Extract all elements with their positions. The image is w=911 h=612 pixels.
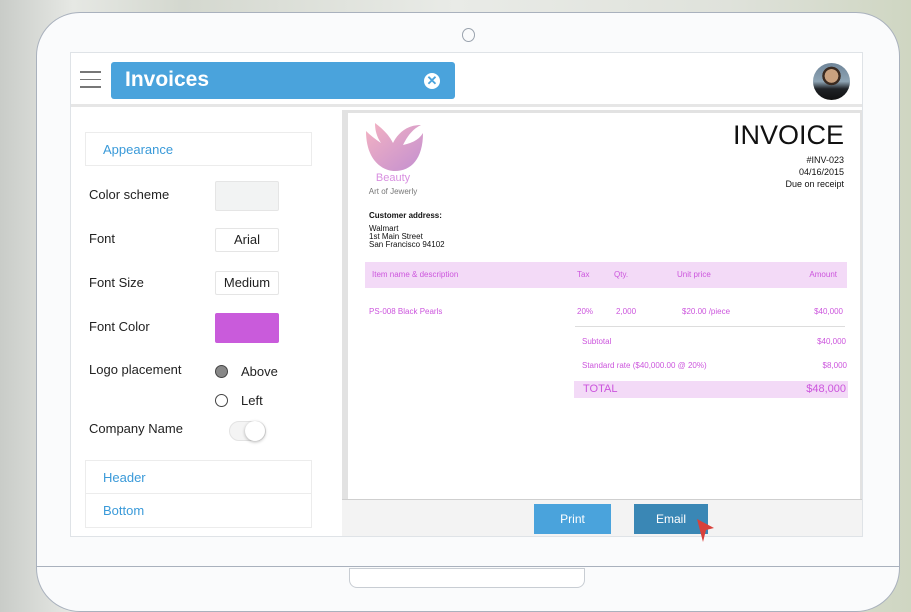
radio-left[interactable]	[215, 394, 228, 407]
font-select[interactable]: Arial	[215, 228, 279, 252]
company-name: Beauty	[375, 172, 411, 184]
lotus-logo-icon	[366, 123, 423, 171]
invoice-title: INVOICE	[732, 120, 844, 150]
font-color-swatch[interactable]	[215, 313, 279, 343]
tax-label: Standard rate ($40,000.00 @ 20%)	[582, 361, 707, 370]
col-item: Item name & description	[372, 270, 459, 279]
invoice-meta: #INV-023 04/16/2015 Due on receipt	[785, 154, 844, 190]
radio-left-label: Left	[241, 393, 263, 408]
avatar[interactable]	[813, 63, 850, 100]
invoice-paper: Beauty Art of Jewerly INVOICE #INV-023 0…	[348, 113, 860, 499]
divider	[575, 326, 845, 327]
customer-address: Walmart 1st Main Street San Francisco 94…	[369, 225, 445, 249]
home-button	[349, 568, 585, 588]
section-appearance[interactable]: Appearance	[85, 132, 312, 166]
invoice-date: 04/16/2015	[798, 167, 844, 177]
col-unit-price: Unit price	[677, 270, 711, 279]
title-search-bar[interactable]: Invoices ✕	[111, 62, 455, 99]
total-value: $48,000	[806, 383, 846, 395]
font-size-label: Font Size	[89, 275, 144, 290]
radio-above[interactable]	[215, 365, 228, 378]
font-size-select[interactable]: Medium	[215, 271, 279, 295]
subtotal-label: Subtotal	[582, 337, 612, 346]
tax-value: $8,000	[822, 361, 847, 370]
close-circle-icon[interactable]: ✕	[424, 73, 440, 89]
item-tax: 20%	[577, 307, 594, 316]
total-row: TOTAL $48,000	[574, 381, 848, 398]
logo-placement-label: Logo placement	[89, 362, 182, 377]
col-qty: Qty.	[614, 270, 629, 279]
camera-icon	[462, 28, 475, 42]
section-header[interactable]: Header	[85, 460, 312, 494]
radio-above-label: Above	[241, 364, 278, 379]
customer-label: Customer address:	[369, 211, 442, 220]
settings-panel: Appearance Color scheme Font Arial Font …	[71, 110, 341, 536]
invoice-preview: Beauty Art of Jewerly INVOICE #INV-023 0…	[342, 110, 862, 536]
total-label: TOTAL	[583, 383, 618, 395]
address-line: San Francisco 94102	[369, 240, 445, 249]
page-title: Invoices	[125, 68, 210, 91]
item-qty: 2,000	[616, 307, 637, 316]
font-label: Font	[89, 231, 116, 246]
section-bottom[interactable]: Bottom	[85, 494, 312, 528]
subtotal-value: $40,000	[817, 337, 846, 346]
item-unit-price: $20.00 /piece	[682, 307, 731, 316]
app-header: Invoices ✕	[71, 53, 862, 107]
company-name-toggle[interactable]	[229, 421, 266, 441]
invoice-terms: Due on receipt	[785, 179, 844, 189]
color-scheme-label: Color scheme	[89, 187, 170, 202]
print-button[interactable]: Print	[534, 504, 611, 534]
company-tagline: Art of Jewerly	[368, 187, 418, 196]
item-name: PS-008 Black Pearls	[369, 307, 443, 316]
item-amount: $40,000	[814, 307, 843, 316]
frame-edge	[36, 566, 900, 567]
app-screen: Invoices ✕ Appearance Color scheme Font …	[70, 52, 863, 537]
color-scheme-swatch[interactable]	[215, 181, 279, 211]
cursor-icon	[697, 519, 714, 542]
hamburger-icon[interactable]	[80, 71, 101, 89]
font-color-label: Font Color	[89, 319, 150, 334]
company-name-label: Company Name	[89, 421, 183, 436]
table-header: Item name & description Tax Qty. Unit pr…	[365, 262, 847, 288]
col-tax: Tax	[577, 270, 590, 279]
invoice-number: #INV-023	[806, 155, 844, 165]
action-bar: Print Email	[342, 499, 862, 536]
col-amount: Amount	[809, 270, 837, 279]
